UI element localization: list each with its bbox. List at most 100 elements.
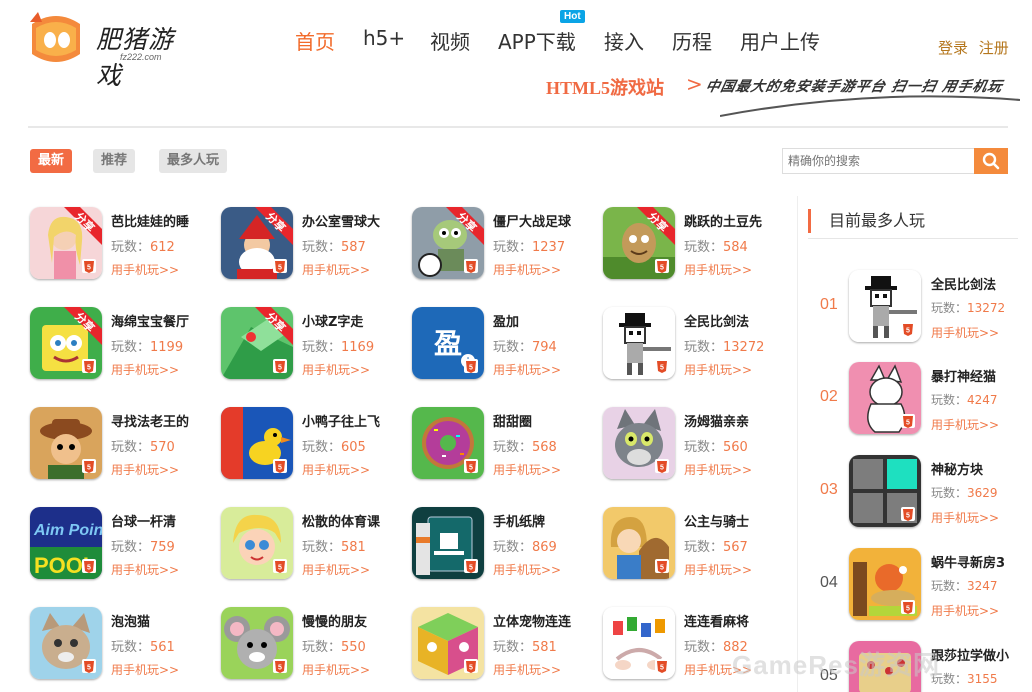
play-on-mobile-link[interactable]: 用手机玩>>	[111, 261, 179, 278]
tomcat-thumb[interactable]: 5	[603, 407, 675, 479]
zigzag-thumb[interactable]: 5 分享	[221, 307, 293, 379]
play-on-mobile-link[interactable]: 用手机玩>>	[302, 361, 370, 378]
play-on-mobile-link[interactable]: 用手机玩>>	[111, 661, 179, 678]
sword-thumb[interactable]: 5	[603, 307, 675, 379]
nav-item-app-download[interactable]: APP下载	[498, 26, 576, 55]
game-title[interactable]: 办公室雪球大	[302, 211, 380, 230]
potato-thumb[interactable]: 5 分享	[603, 207, 675, 279]
sword-thumb[interactable]: 5	[849, 270, 921, 342]
play-on-mobile-link[interactable]: 用手机玩>>	[493, 561, 561, 578]
play-on-mobile-link[interactable]: 用手机玩>>	[493, 461, 561, 478]
donut-thumb[interactable]: 5	[412, 407, 484, 479]
play-on-mobile-link[interactable]: 用手机玩>>	[931, 416, 999, 433]
register-link[interactable]: 注册	[979, 39, 1009, 57]
game-card[interactable]: 5 寻找法老王的 玩数：570 用手机玩>>	[30, 407, 215, 487]
game-card[interactable]: 5 汤姆猫亲亲 玩数：560 用手机玩>>	[603, 407, 788, 487]
game-card[interactable]: 5 甜甜圈 玩数：568 用手机玩>>	[412, 407, 597, 487]
santa-thumb[interactable]: 5 分享	[221, 207, 293, 279]
yingjia-thumb[interactable]: 盈+5	[412, 307, 484, 379]
play-on-mobile-link[interactable]: 用手机玩>>	[111, 361, 179, 378]
game-card[interactable]: 5 松散的体育课 玩数：581 用手机玩>>	[221, 507, 406, 587]
game-title[interactable]: 全民比剑法	[931, 274, 996, 293]
play-on-mobile-link[interactable]: 用手机玩>>	[302, 561, 370, 578]
search-button[interactable]	[974, 148, 1008, 174]
nav-item-integration[interactable]: 接入	[604, 26, 644, 55]
filter-newest[interactable]: 最新	[30, 149, 73, 173]
game-title[interactable]: 海绵宝宝餐厅	[111, 311, 189, 330]
mahjong-thumb[interactable]: 5	[603, 607, 675, 679]
play-on-mobile-link[interactable]: 用手机玩>>	[111, 561, 179, 578]
girl-thumb[interactable]: 5	[221, 507, 293, 579]
play-on-mobile-link[interactable]: 用手机玩>>	[684, 461, 752, 478]
game-card[interactable]: 5 全民比剑法 玩数：13272 用手机玩>>	[603, 307, 788, 387]
game-card[interactable]: 盈+5 盈加玩数：794 用手机玩>>	[412, 307, 597, 387]
game-title[interactable]: 芭比娃娃的睡	[111, 211, 189, 230]
explorer-thumb[interactable]: 5	[30, 407, 102, 479]
nav-item-h5[interactable]: h5+	[363, 26, 405, 50]
sidebar-rank-item[interactable]: 01 5 全民比剑法 玩数：13272 用手机玩>>	[808, 270, 1023, 350]
nav-item-user-upload[interactable]: 用户上传	[740, 26, 820, 55]
nav-item-history[interactable]: 历程	[672, 26, 712, 55]
game-title[interactable]: 盈加	[493, 311, 519, 330]
play-on-mobile-link[interactable]: 用手机玩>>	[302, 461, 370, 478]
princess-thumb[interactable]: 5	[603, 507, 675, 579]
game-card[interactable]: 5 小鸭子往上飞 玩数：605 用手机玩>>	[221, 407, 406, 487]
play-on-mobile-link[interactable]: 用手机玩>>	[684, 561, 752, 578]
game-title[interactable]: 手机纸牌	[493, 511, 545, 530]
duck-thumb[interactable]: 5	[221, 407, 293, 479]
game-title[interactable]: 泡泡猫	[111, 611, 150, 630]
play-on-mobile-link[interactable]: 用手机玩>>	[684, 261, 752, 278]
game-title[interactable]: 寻找法老王的	[111, 411, 189, 430]
game-title[interactable]: 蜗牛寻新房3	[931, 552, 1005, 571]
game-title[interactable]: 公主与骑士	[684, 511, 749, 530]
game-title[interactable]: 跟莎拉学做小	[931, 645, 1009, 664]
game-title[interactable]: 汤姆猫亲亲	[684, 411, 749, 430]
crazycat-thumb[interactable]: 5	[849, 362, 921, 434]
game-title[interactable]: 小球Z字走	[302, 311, 363, 330]
game-title[interactable]: 跳跃的土豆先	[684, 211, 762, 230]
game-title[interactable]: 小鸭子往上飞	[302, 411, 380, 430]
barbie-thumb[interactable]: 5 分享	[30, 207, 102, 279]
game-card[interactable]: 5 泡泡猫 玩数：561 用手机玩>>	[30, 607, 215, 687]
play-on-mobile-link[interactable]: 用手机玩>>	[493, 661, 561, 678]
play-on-mobile-link[interactable]: 用手机玩>>	[931, 602, 999, 619]
nav-item-home[interactable]: 首页	[295, 26, 335, 55]
game-title[interactable]: 台球一杆清	[111, 511, 176, 530]
game-title[interactable]: 全民比剑法	[684, 311, 749, 330]
game-title[interactable]: 僵尸大战足球	[493, 211, 571, 230]
nav-item-video[interactable]: 视频	[430, 26, 470, 55]
play-on-mobile-link[interactable]: 用手机玩>>	[302, 661, 370, 678]
cube-thumb[interactable]: 5	[412, 607, 484, 679]
game-card[interactable]: 5 分享 芭比娃娃的睡 玩数：612 用手机玩>>	[30, 207, 215, 287]
sidebar-rank-item[interactable]: 02 5 暴打神经猫 玩数：4247 用手机玩>>	[808, 362, 1023, 442]
game-title[interactable]: 神秘方块	[931, 459, 983, 478]
sponge-thumb[interactable]: 5 分享	[30, 307, 102, 379]
game-card[interactable]: Aim Point POOL 5 台球一杆清 玩数：759 用手机玩>>	[30, 507, 215, 587]
game-card[interactable]: 5 分享 跳跃的土豆先 玩数：584 用手机玩>>	[603, 207, 788, 287]
sidebar-rank-item[interactable]: 03 5 神秘方块 玩数：3629 用手机玩>>	[808, 455, 1023, 535]
game-title[interactable]: 甜甜圈	[493, 411, 532, 430]
bubblecat-thumb[interactable]: 5	[30, 607, 102, 679]
play-on-mobile-link[interactable]: 用手机玩>>	[931, 509, 999, 526]
site-logo[interactable]: 肥猪游戏 fz222.com	[28, 10, 198, 90]
cards-thumb[interactable]: 5	[412, 507, 484, 579]
play-on-mobile-link[interactable]: 用手机玩>>	[302, 261, 370, 278]
login-link[interactable]: 登录	[938, 39, 968, 57]
game-card[interactable]: 5 分享 小球Z字走 玩数：1169 用手机玩>>	[221, 307, 406, 387]
game-card[interactable]: 5 慢慢的朋友 玩数：550 用手机玩>>	[221, 607, 406, 687]
filter-most-played[interactable]: 最多人玩	[159, 149, 228, 173]
game-card[interactable]: 5 分享 僵尸大战足球 玩数：1237 用手机玩>>	[412, 207, 597, 287]
play-on-mobile-link[interactable]: 用手机玩>>	[493, 261, 561, 278]
game-title[interactable]: 连连看麻将	[684, 611, 749, 630]
game-title[interactable]: 慢慢的朋友	[302, 611, 367, 630]
game-card[interactable]: 5 分享 办公室雪球大 玩数：587 用手机玩>>	[221, 207, 406, 287]
search-input[interactable]	[782, 148, 974, 174]
snail-thumb[interactable]: 5	[849, 548, 921, 620]
play-on-mobile-link[interactable]: 用手机玩>>	[493, 361, 561, 378]
play-on-mobile-link[interactable]: 用手机玩>>	[684, 361, 752, 378]
game-card[interactable]: 5 分享 海绵宝宝餐厅 玩数：1199 用手机玩>>	[30, 307, 215, 387]
game-title[interactable]: 松散的体育课	[302, 511, 380, 530]
filter-recommended[interactable]: 推荐	[93, 149, 136, 173]
zombie-thumb[interactable]: 5 分享	[412, 207, 484, 279]
pool-thumb[interactable]: Aim Point POOL 5	[30, 507, 102, 579]
